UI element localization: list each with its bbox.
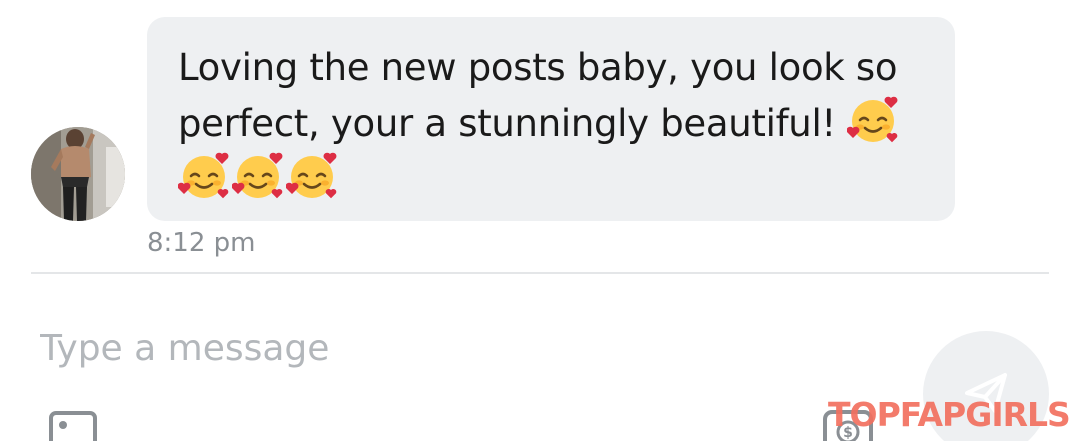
- sender-avatar[interactable]: [31, 127, 125, 221]
- composer-divider: [31, 272, 1049, 274]
- watermark: TOPFAPGIRLS: [828, 395, 1071, 434]
- smiling-face-with-hearts-icon: [232, 152, 283, 199]
- message-timestamp: 8:12 pm: [147, 228, 256, 258]
- message-input[interactable]: [40, 320, 880, 376]
- chat-window: Loving the new posts baby, you look so p…: [0, 0, 1080, 441]
- message-text: Loving the new posts baby, you look so p…: [178, 41, 938, 203]
- smiling-face-with-hearts-icon: [286, 152, 337, 199]
- smiling-face-with-hearts-icon: [847, 96, 898, 143]
- message-bubble[interactable]: Loving the new posts baby, you look so p…: [147, 17, 955, 221]
- avatar-photo: [31, 127, 125, 221]
- message-body: Loving the new posts baby, you look so p…: [178, 46, 898, 145]
- add-media-button[interactable]: [48, 410, 100, 441]
- smiling-face-with-hearts-icon: [178, 152, 229, 199]
- emoji-row: [178, 150, 938, 203]
- image-icon: [49, 411, 97, 441]
